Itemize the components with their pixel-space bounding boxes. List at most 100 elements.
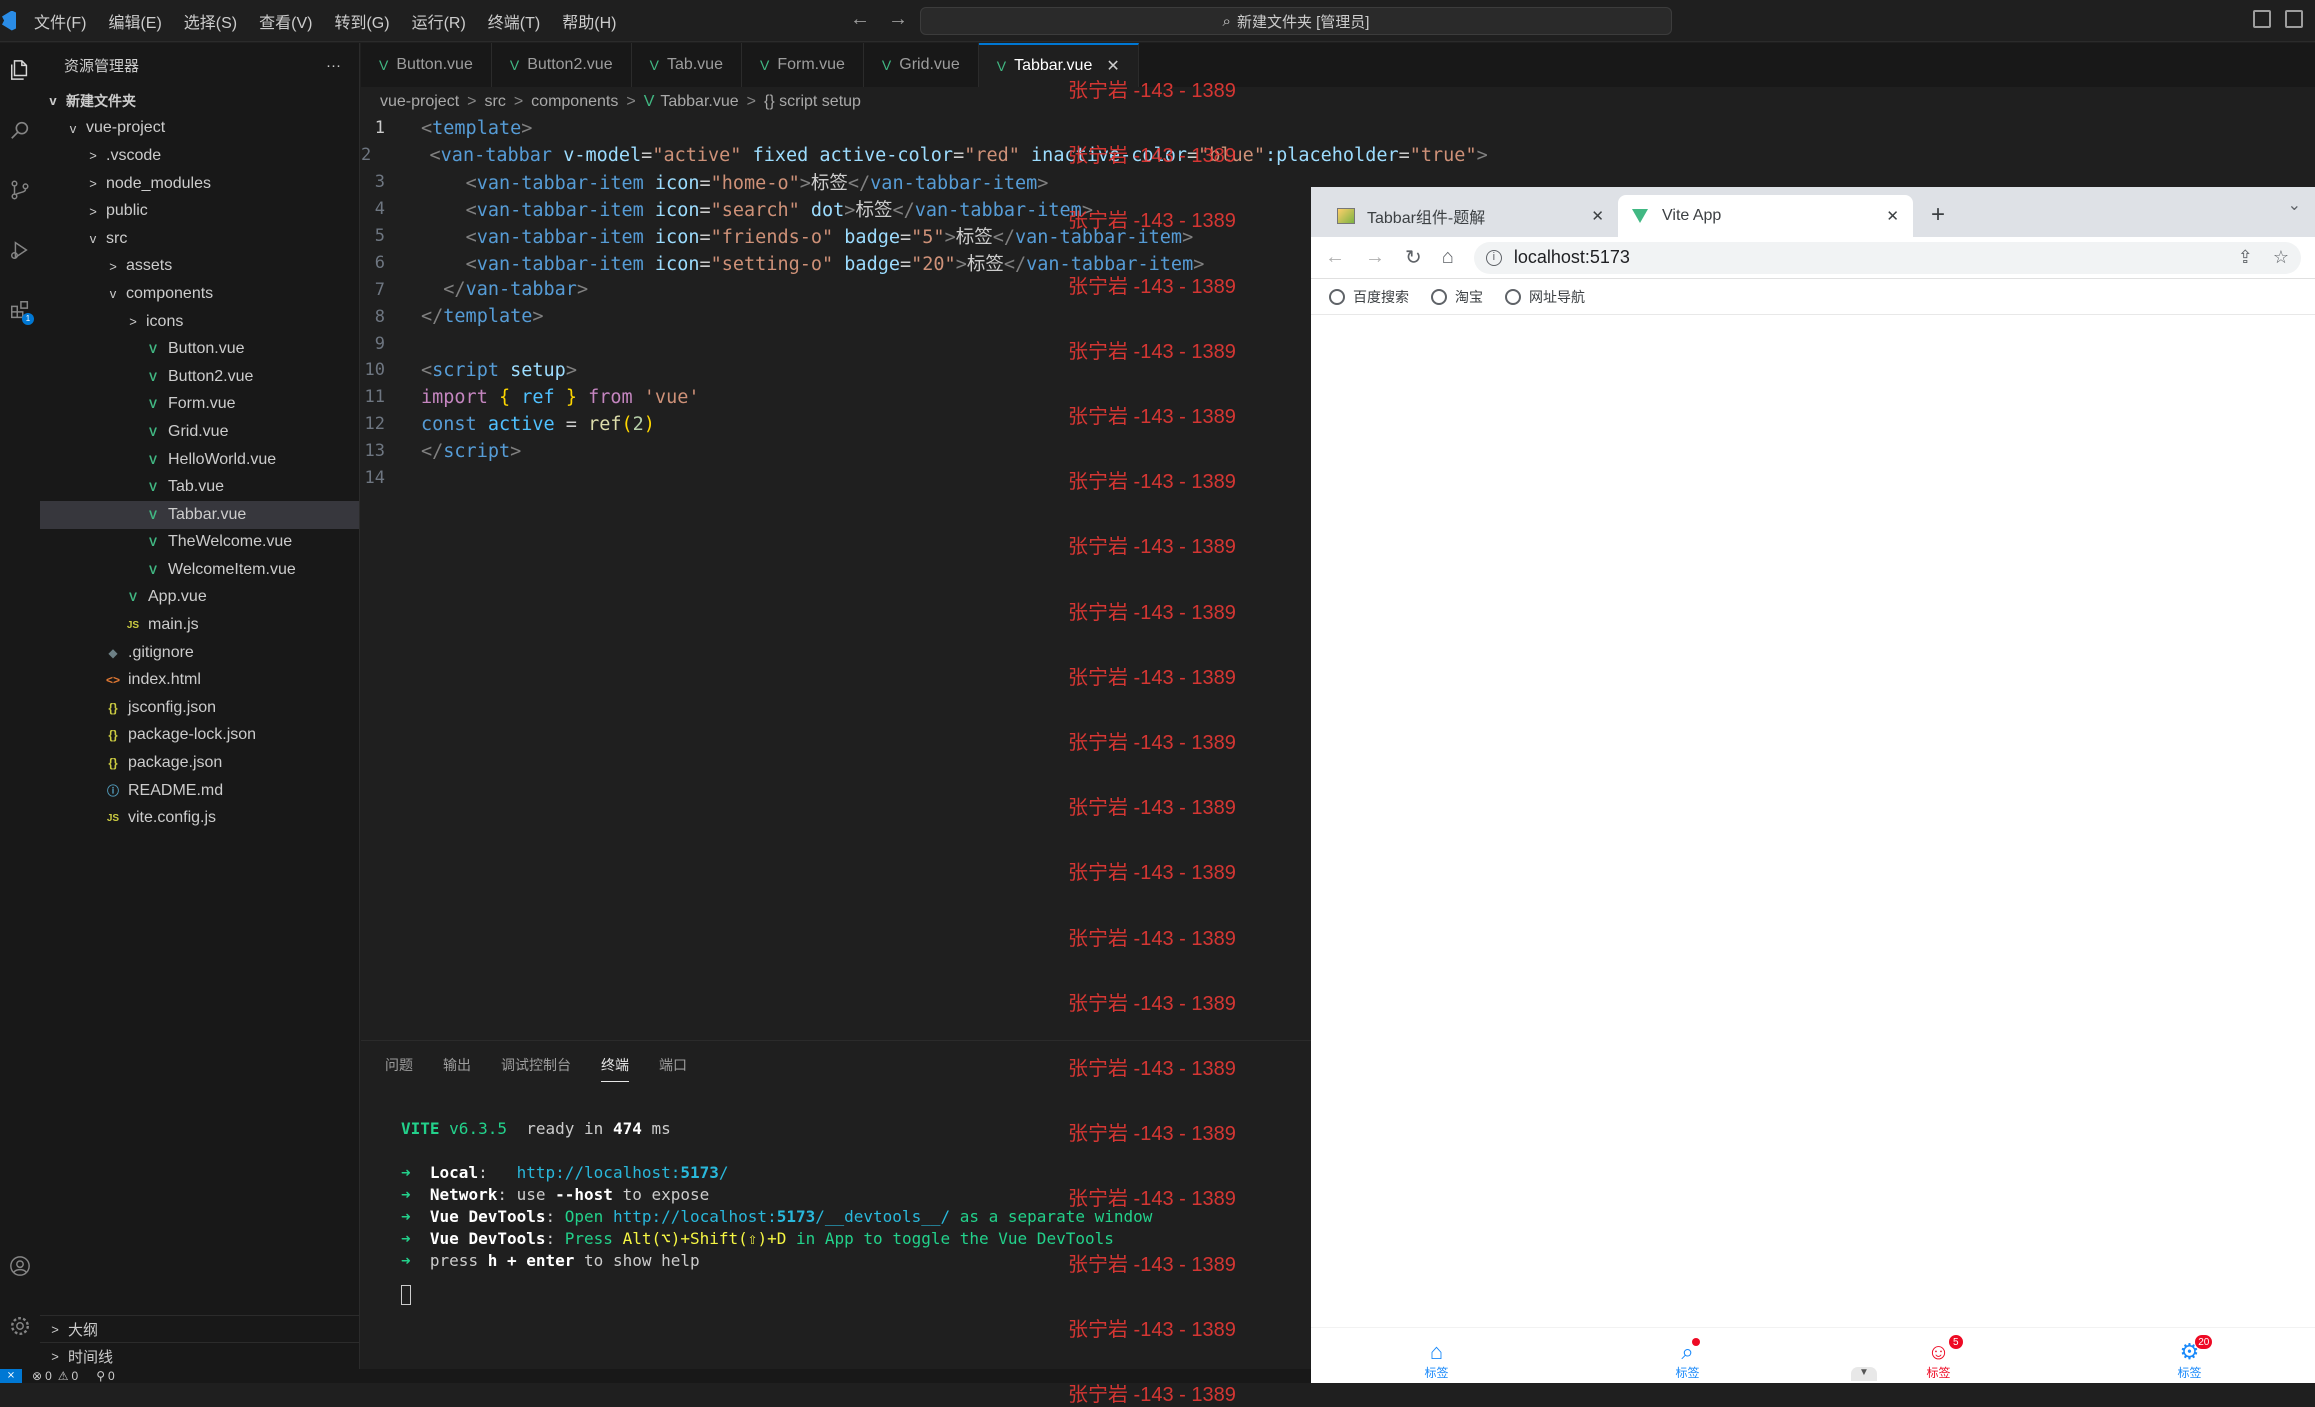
toggle-panel-icon[interactable] — [2285, 10, 2303, 28]
warning-count[interactable]: 0 — [72, 1369, 79, 1383]
tree-item[interactable]: V Grid.vue — [40, 418, 359, 446]
tree-item[interactable]: > assets — [40, 253, 359, 281]
tree-item[interactable]: {} package.json — [40, 749, 359, 777]
tree-item[interactable]: V TheWelcome.vue — [40, 529, 359, 557]
bookmark-item[interactable]: 网址导航 — [1505, 287, 1585, 307]
tree-item[interactable]: > node_modules — [40, 170, 359, 198]
breadcrumb-item[interactable]: src — [485, 93, 506, 111]
errors-icon[interactable]: ⊗ — [32, 1369, 42, 1383]
toggle-sidebar-icon[interactable] — [2253, 10, 2271, 28]
accounts-icon[interactable] — [9, 1255, 31, 1277]
tree-item[interactable]: V Button.vue — [40, 335, 359, 363]
timeline-section[interactable]: > 时间线 — [40, 1342, 360, 1369]
bookmark-item[interactable]: 百度搜索 — [1329, 287, 1409, 307]
command-center[interactable]: ⌕ 新建文件夹 [管理员] — [920, 7, 1672, 35]
menu-item-0[interactable]: 文件(F) — [34, 9, 86, 33]
remote-indicator-icon[interactable]: ⨯ — [0, 1369, 22, 1383]
breadcrumb-item[interactable]: vue-project — [380, 93, 459, 111]
breadcrumb-item[interactable]: Tabbar.vue — [660, 93, 738, 111]
search-view-icon[interactable] — [9, 119, 31, 141]
editor-tab[interactable]: V Button.vue — [361, 43, 492, 87]
tree-item[interactable]: {} jsconfig.json — [40, 694, 359, 722]
code-line[interactable]: 8 </template> — [361, 303, 1311, 330]
scroll-down-chevron-icon[interactable]: ▼ — [1851, 1367, 1877, 1381]
more-actions-icon[interactable]: ··· — [326, 57, 341, 74]
tree-item[interactable]: <> index.html — [40, 666, 359, 694]
breadcrumb-item[interactable]: components — [531, 93, 618, 111]
menu-item-7[interactable]: 帮助(H) — [562, 9, 616, 33]
panel-tab[interactable]: 端口 — [659, 1055, 687, 1082]
outline-section[interactable]: > 大纲 — [40, 1315, 360, 1342]
browser-tab-tabbar-docs[interactable]: Tabbar组件-题解 ✕ — [1323, 195, 1618, 237]
code-editor[interactable]: 1 <template> 2 <van-tabbar v-model="active… — [361, 115, 1488, 1040]
tree-item[interactable]: v components — [40, 280, 359, 308]
tree-item[interactable]: {} package-lock.json — [40, 722, 359, 750]
warnings-icon[interactable]: ⚠ — [58, 1369, 69, 1383]
tree-item[interactable]: v src — [40, 225, 359, 253]
menu-item-1[interactable]: 编辑(E) — [108, 9, 161, 33]
home-icon[interactable]: ⌂ — [1442, 246, 1454, 269]
tree-item[interactable]: JS main.js — [40, 611, 359, 639]
explorer-icon[interactable] — [9, 59, 31, 81]
close-tab-icon[interactable]: ✕ — [1886, 207, 1899, 225]
tree-item[interactable]: V Button2.vue — [40, 363, 359, 391]
bookmark-item[interactable]: 淘宝 — [1431, 287, 1483, 307]
tree-item[interactable]: ⓘ README.md — [40, 777, 359, 805]
address-bar[interactable]: i localhost:5173 ⇪ ☆ — [1473, 241, 2301, 274]
tabbar-item[interactable]: ⚙ 20 标签 — [2064, 1328, 2315, 1383]
code-line[interactable]: 1 <template> — [361, 115, 1311, 142]
tree-item[interactable]: V Tab.vue — [40, 473, 359, 501]
menu-item-3[interactable]: 查看(V) — [259, 9, 312, 33]
menu-item-5[interactable]: 运行(R) — [412, 9, 466, 33]
run-debug-icon[interactable] — [9, 239, 31, 261]
close-tab-icon[interactable]: ✕ — [1591, 207, 1604, 225]
tree-item[interactable]: > .vscode — [40, 142, 359, 170]
workspace-root[interactable]: v 新建文件夹 — [40, 87, 359, 115]
port-count[interactable]: 0 — [108, 1369, 115, 1383]
code-line[interactable]: 3 <van-tabbar-item icon="home-o">标签</van… — [361, 169, 1311, 196]
tree-item[interactable]: JS vite.config.js — [40, 804, 359, 832]
browser-forward-icon[interactable]: → — [1365, 246, 1385, 269]
forward-arrow-icon[interactable]: → — [888, 8, 908, 31]
tree-item[interactable]: ◆ .gitignore — [40, 639, 359, 667]
tree-item[interactable]: V Tabbar.vue — [40, 500, 359, 529]
tree-item[interactable]: v vue-project — [40, 115, 359, 143]
reload-icon[interactable]: ↻ — [1405, 245, 1422, 270]
editor-tab[interactable]: V Form.vue — [742, 43, 864, 87]
tree-item[interactable]: V WelcomeItem.vue — [40, 556, 359, 584]
back-arrow-icon[interactable]: ← — [850, 8, 870, 31]
tree-item[interactable]: V App.vue — [40, 584, 359, 612]
browser-tab-vite-app[interactable]: Vite App ✕ — [1618, 195, 1913, 237]
breadcrumb-item[interactable]: {} script setup — [764, 93, 861, 111]
tree-item[interactable]: > icons — [40, 308, 359, 336]
panel-tab[interactable]: 问题 — [385, 1055, 413, 1082]
new-tab-icon[interactable]: + — [1931, 201, 1945, 229]
source-control-icon[interactable] — [9, 179, 31, 201]
code-line[interactable]: 13 </script> — [361, 438, 1311, 465]
panel-tab[interactable]: 输出 — [443, 1055, 471, 1082]
close-icon[interactable]: ✕ — [1106, 56, 1119, 76]
tabbar-item-icon: ⌂ — [1429, 1339, 1444, 1364]
editor-tab[interactable]: V Button2.vue — [492, 43, 632, 87]
panel-tab[interactable]: 终端 — [601, 1055, 629, 1082]
tab-search-chevron-icon[interactable]: ⌄ — [2288, 195, 2301, 215]
terminal-output[interactable]: VITE v6.3.5 ready in 474 ms ➜ Local: http… — [401, 1119, 1152, 1309]
error-count[interactable]: 0 — [45, 1369, 52, 1383]
tree-item[interactable]: V Form.vue — [40, 391, 359, 419]
settings-gear-icon[interactable] — [9, 1315, 31, 1337]
tabbar-item[interactable]: ⌕ 标签 — [1562, 1328, 1813, 1383]
menu-item-4[interactable]: 转到(G) — [334, 9, 389, 33]
menu-item-6[interactable]: 终端(T) — [488, 9, 540, 33]
share-icon[interactable]: ⇪ — [2238, 247, 2253, 268]
bookmark-star-icon[interactable]: ☆ — [2273, 247, 2289, 268]
tabbar-item[interactable]: ⌂ 标签 — [1311, 1328, 1562, 1383]
menu-item-2[interactable]: 选择(S) — [184, 9, 237, 33]
editor-tab[interactable]: V Grid.vue — [864, 43, 979, 87]
ports-icon[interactable]: ⚲ — [96, 1369, 105, 1383]
tree-item[interactable]: V HelloWorld.vue — [40, 446, 359, 474]
tree-item[interactable]: > public — [40, 197, 359, 225]
site-info-icon[interactable]: i — [1485, 249, 1502, 266]
panel-tab[interactable]: 调试控制台 — [501, 1055, 571, 1082]
editor-tab[interactable]: V Tab.vue — [632, 43, 742, 87]
browser-back-icon[interactable]: ← — [1325, 246, 1345, 269]
